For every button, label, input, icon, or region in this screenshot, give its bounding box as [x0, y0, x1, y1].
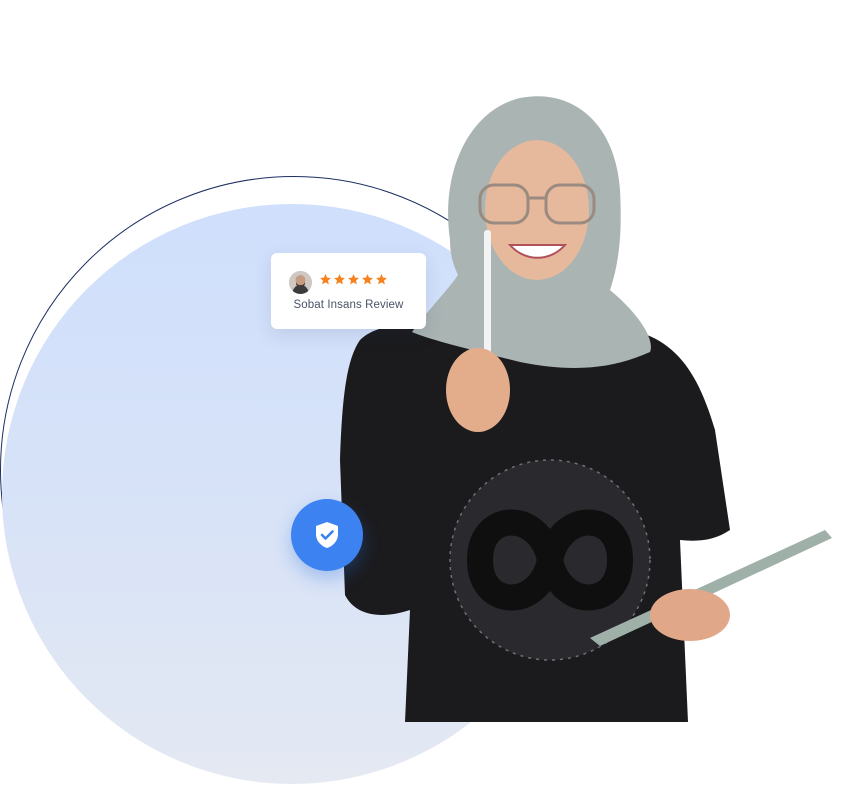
student-photo — [340, 96, 832, 722]
star-icon — [362, 274, 373, 285]
hand — [446, 348, 510, 432]
star-icon — [334, 274, 345, 285]
verified-badge — [291, 499, 363, 571]
shield-check-icon — [316, 522, 338, 548]
hero-visual: Sobat Insans Review — [0, 0, 860, 792]
star-icon — [376, 274, 387, 285]
review-card: Sobat Insans Review — [271, 253, 426, 329]
reviewer-avatar — [289, 271, 312, 294]
review-label: Sobat Insans Review — [293, 299, 404, 311]
star-icon — [320, 274, 331, 285]
star-rating — [319, 273, 388, 286]
star-icon — [348, 274, 359, 285]
face — [485, 140, 589, 280]
